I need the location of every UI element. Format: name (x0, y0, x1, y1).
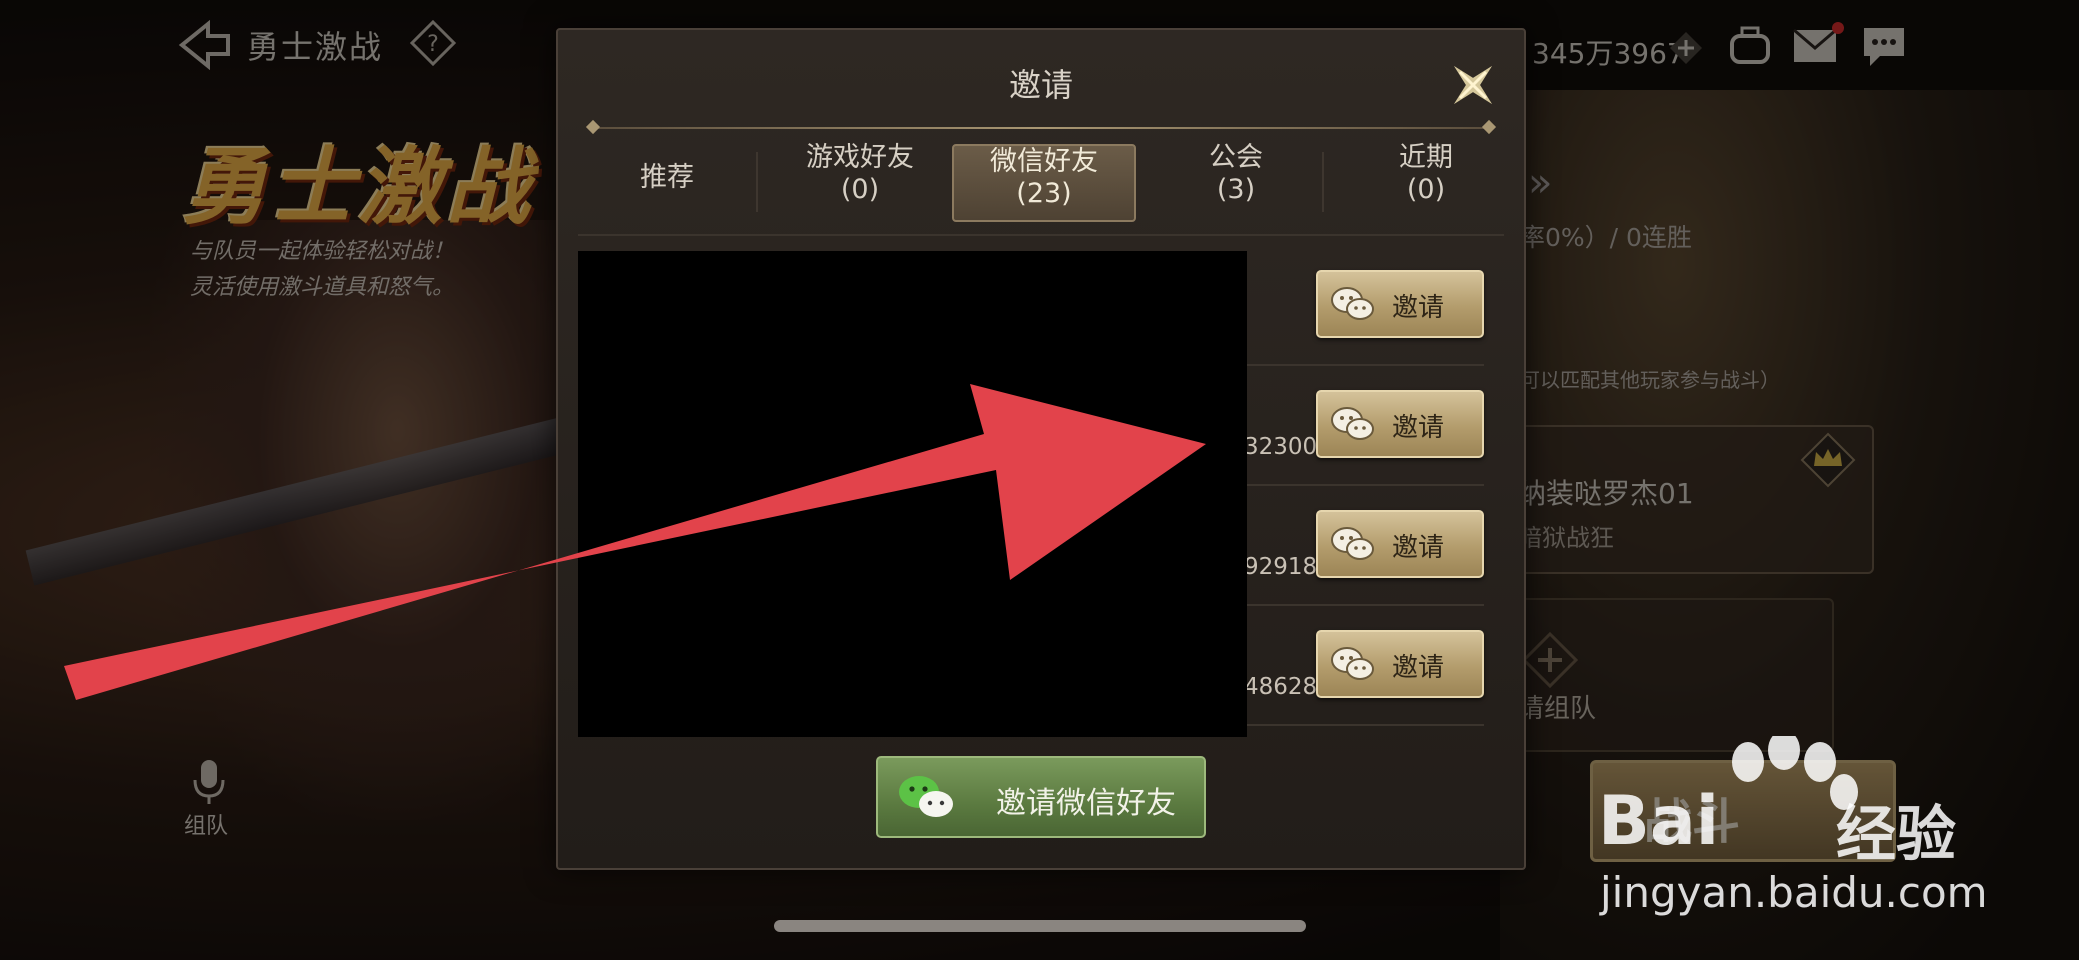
invite-wechat-friends-button[interactable]: 邀请微信好友 (876, 756, 1206, 838)
watermark-brand: Bai (1598, 782, 1720, 861)
close-icon[interactable] (1438, 50, 1508, 120)
wechat-icon (1331, 527, 1374, 560)
invite-button[interactable]: 邀请 (1316, 270, 1484, 338)
tab-label: 近期 (1399, 142, 1453, 173)
home-indicator[interactable] (774, 920, 1306, 932)
invite-button-label: 邀请 (1392, 293, 1445, 323)
invite-button-label: 邀请 (1392, 533, 1445, 563)
tab-wechat-friends[interactable]: 微信好友 (23) (952, 144, 1136, 222)
friend-id-partial: 48628 (1244, 674, 1318, 700)
tab-separator (1322, 152, 1324, 212)
friend-id-partial: 32300 (1244, 434, 1318, 460)
title-divider (592, 127, 1490, 129)
watermark-brand-suffix: 经验 (1836, 800, 1956, 870)
divider-ornament-left (585, 119, 601, 135)
friend-id-partial: 92918 (1244, 554, 1318, 580)
wechat-icon (1331, 287, 1374, 320)
wechat-icon (1331, 647, 1374, 680)
list-top-divider (578, 234, 1504, 236)
redacted-friend-list (578, 251, 1247, 737)
tab-count: (0) (1406, 174, 1446, 205)
tab-label: 微信好友 (990, 146, 1098, 177)
invite-wechat-friends-label: 邀请微信好友 (996, 786, 1176, 821)
invite-button[interactable]: 邀请 (1316, 390, 1484, 458)
watermark-url: jingyan.baidu.com (1600, 868, 1988, 917)
invite-button-label: 邀请 (1392, 653, 1445, 683)
invite-dialog: 邀请 推荐 游戏好友 (0) 微信好友 (23) 公会 (3) 近期 (0) 3… (556, 28, 1526, 870)
invite-button[interactable]: 邀请 (1316, 630, 1484, 698)
tab-guild[interactable]: 公会 (3) (1148, 142, 1324, 216)
invite-button-label: 邀请 (1392, 413, 1445, 443)
tab-label: 游戏好友 (806, 142, 914, 173)
tab-count: (3) (1216, 174, 1256, 205)
tab-recommend[interactable]: 推荐 (592, 162, 742, 236)
tab-recent[interactable]: 近期 (0) (1338, 142, 1514, 216)
tab-label: 推荐 (640, 162, 694, 193)
tab-game-friends[interactable]: 游戏好友 (0) (772, 142, 948, 216)
wechat-icon (1331, 407, 1374, 440)
tab-label: 公会 (1209, 142, 1263, 173)
divider-ornament-right (1481, 119, 1497, 135)
tab-count: (23) (1016, 178, 1072, 209)
tab-count: (0) (840, 174, 880, 205)
invite-button[interactable]: 邀请 (1316, 510, 1484, 578)
tab-separator (756, 152, 758, 212)
dialog-title: 邀请 (1008, 66, 1073, 104)
wechat-icon (899, 776, 953, 817)
